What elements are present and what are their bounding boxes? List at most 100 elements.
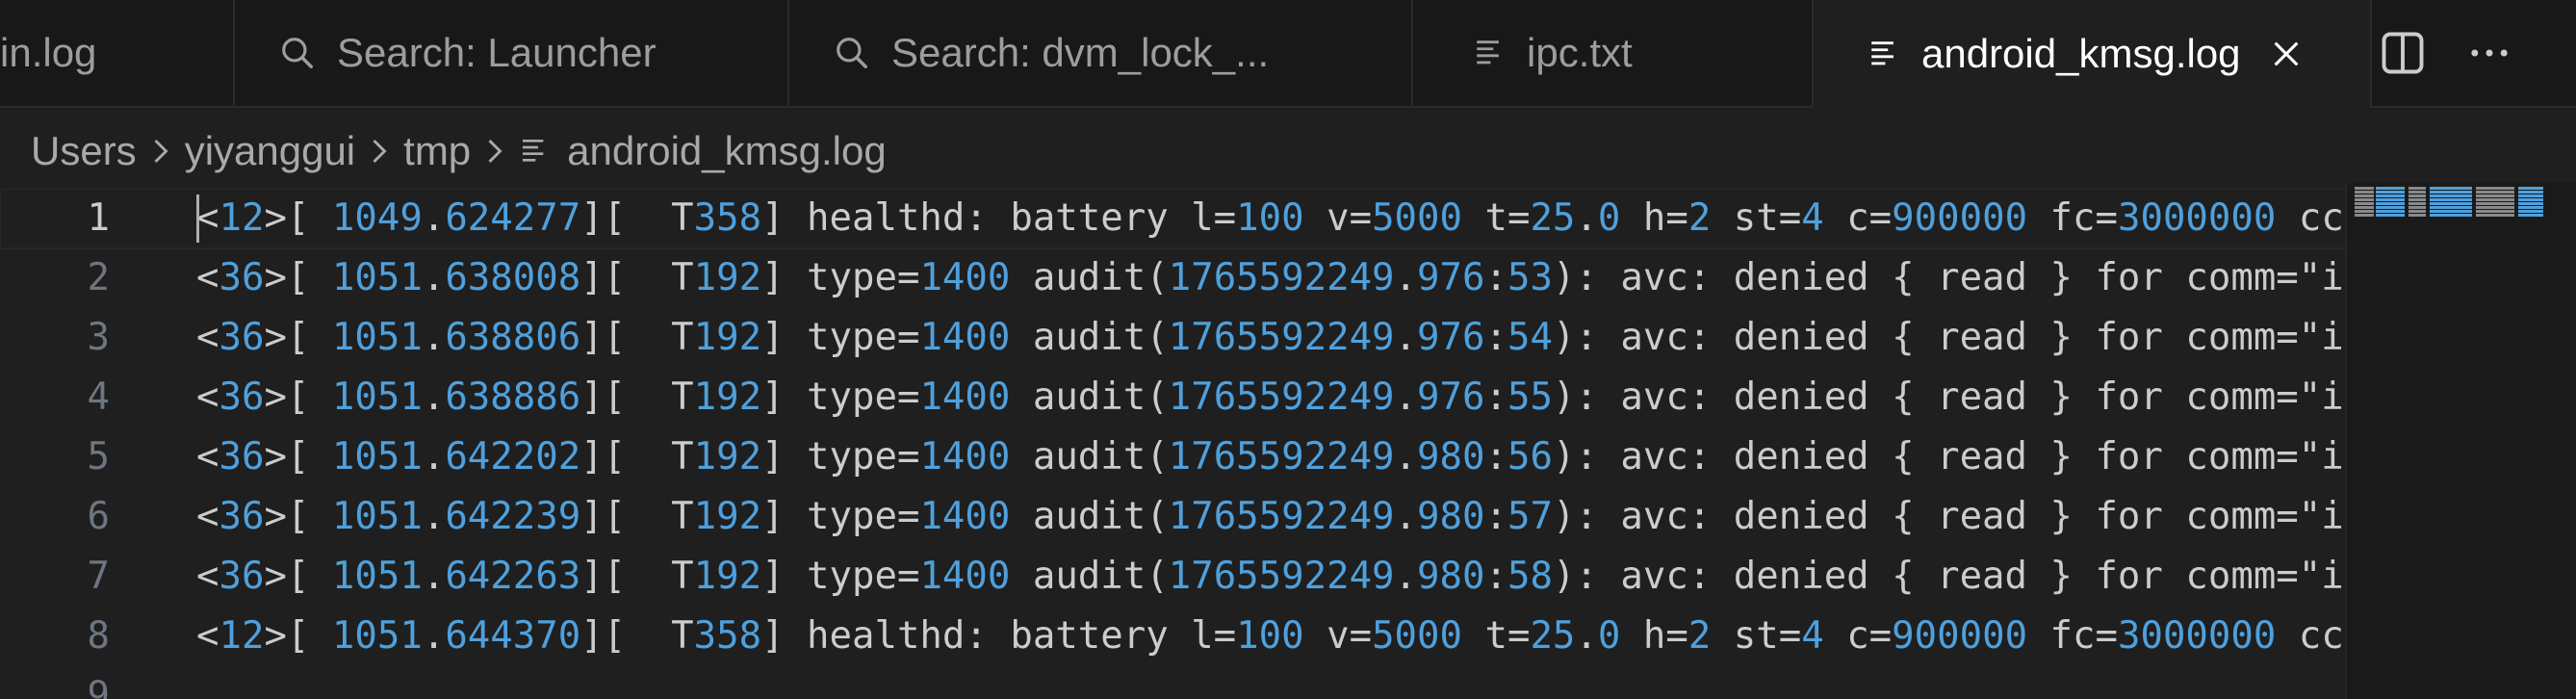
minimap[interactable]: [2345, 183, 2576, 699]
minimap-row: [2355, 194, 2547, 197]
minimap-segment: [2376, 191, 2405, 194]
minimap-row: [2355, 210, 2547, 213]
minimap-segment: [2430, 202, 2472, 205]
code-text[interactable]: <36>[ 1051.642202][ T192] type=1400 audi…: [196, 427, 2345, 487]
file-lines-icon: [519, 136, 550, 167]
breadcrumb-item-users[interactable]: Users: [31, 128, 137, 174]
code-text[interactable]: <36>[ 1051.642263][ T192] type=1400 audi…: [196, 547, 2345, 607]
code-line[interactable]: 8 <12>[ 1051.644370][ T358] healthd: batt…: [0, 607, 2349, 666]
minimap-segment: [2409, 206, 2426, 209]
code-line[interactable]: 9: [0, 666, 2349, 699]
minimap-segment: [2430, 194, 2472, 197]
minimap-segment: [2409, 194, 2426, 197]
code-editor[interactable]: 1 <12>[ 1049.624277][ T358] healthd: batt…: [0, 189, 2576, 699]
split-editor-icon[interactable]: [2378, 28, 2428, 78]
chevron-right-icon: [369, 137, 390, 166]
minimap-segment: [2355, 210, 2374, 213]
minimap-segment: [2409, 198, 2426, 201]
code-text[interactable]: <12>[ 1051.644370][ T358] healthd: batte…: [196, 607, 2345, 666]
minimap-segment: [2476, 214, 2514, 217]
chevron-right-icon: [484, 137, 505, 166]
tab-android-kmsg-log[interactable]: android_kmsg.log: [1814, 0, 2372, 108]
line-number: 5: [87, 435, 110, 479]
minimap-segment: [2430, 214, 2472, 217]
code-text[interactable]: <36>[ 1051.642239][ T192] type=1400 audi…: [196, 487, 2345, 547]
line-number: 8: [87, 614, 110, 658]
breadcrumb: Users yiyanggui tmp android_kmsg.log: [31, 117, 887, 185]
chevron-right-icon: [150, 137, 171, 166]
minimap-row: [2355, 187, 2547, 190]
minimap-segment: [2518, 210, 2543, 213]
minimap-segment: [2476, 198, 2514, 201]
code-line[interactable]: 7 <36>[ 1051.642263][ T192] type=1400 aud…: [0, 547, 2349, 607]
minimap-segment: [2376, 210, 2405, 213]
minimap-segment: [2476, 202, 2514, 205]
tab-label: in.log: [0, 30, 97, 75]
minimap-segment: [2518, 191, 2543, 194]
line-number: 2: [87, 256, 110, 299]
more-actions-icon[interactable]: [2464, 28, 2514, 78]
minimap-segment: [2409, 214, 2426, 217]
minimap-row: [2355, 202, 2547, 205]
close-icon[interactable]: [2270, 38, 2303, 70]
line-number: 6: [87, 495, 110, 538]
tab-bar: in.log Search: Launcher Search: dvm_lock…: [0, 0, 2576, 108]
minimap-row: [2355, 214, 2547, 217]
line-number: 4: [87, 375, 110, 419]
code-line[interactable]: 1 <12>[ 1049.624277][ T358] healthd: batt…: [0, 189, 2350, 249]
search-icon: [279, 35, 316, 71]
minimap-segment: [2430, 206, 2472, 209]
minimap-segment: [2518, 187, 2543, 190]
minimap-segment: [2518, 198, 2543, 201]
minimap-row: [2355, 198, 2547, 201]
minimap-segment: [2430, 210, 2472, 213]
minimap-segment: [2376, 202, 2405, 205]
code-text[interactable]: <36>[ 1051.638886][ T192] type=1400 audi…: [196, 368, 2345, 427]
code-line[interactable]: 4 <36>[ 1051.638886][ T192] type=1400 aud…: [0, 368, 2349, 427]
minimap-segment: [2409, 187, 2426, 190]
minimap-segment: [2355, 202, 2374, 205]
code-text[interactable]: <12>[ 1049.624277][ T358] healthd: batte…: [196, 189, 2345, 248]
minimap-row: [2355, 206, 2547, 209]
line-number: 9: [87, 674, 110, 699]
minimap-row: [2355, 191, 2547, 194]
tab-label: android_kmsg.log: [1921, 31, 2241, 76]
minimap-segment: [2476, 206, 2514, 209]
tab-label: Search: dvm_lock_...: [891, 30, 1270, 75]
code-line[interactable]: 6 <36>[ 1051.642239][ T192] type=1400 aud…: [0, 487, 2349, 547]
minimap-segment: [2430, 187, 2472, 190]
breadcrumb-item-file[interactable]: android_kmsg.log: [567, 128, 887, 174]
tab-ipc-txt[interactable]: ipc.txt: [1413, 0, 1814, 106]
tab-search-dvm-lock[interactable]: Search: dvm_lock_...: [789, 0, 1413, 106]
minimap-segment: [2409, 210, 2426, 213]
line-number: 3: [87, 316, 110, 359]
minimap-segment: [2476, 187, 2514, 190]
minimap-segment: [2355, 187, 2374, 190]
minimap-segment: [2355, 198, 2374, 201]
minimap-segment: [2409, 191, 2426, 194]
tab-in-log[interactable]: in.log: [0, 0, 235, 106]
minimap-segment: [2430, 198, 2472, 201]
minimap-segment: [2355, 206, 2374, 209]
minimap-segment: [2518, 194, 2543, 197]
breadcrumb-item-tmp[interactable]: tmp: [403, 128, 471, 174]
text-cursor: [196, 194, 199, 243]
tab-label: ipc.txt: [1527, 30, 1633, 75]
minimap-segment: [2376, 187, 2405, 190]
code-line[interactable]: 5 <36>[ 1051.642202][ T192] type=1400 aud…: [0, 427, 2349, 487]
breadcrumb-item-yiyanggui[interactable]: yiyanggui: [185, 128, 355, 174]
minimap-segment: [2376, 194, 2405, 197]
code-line[interactable]: 3 <36>[ 1051.638806][ T192] type=1400 aud…: [0, 308, 2349, 368]
minimap-segment: [2476, 194, 2514, 197]
tab-actions: [2378, 0, 2514, 106]
code-text[interactable]: <36>[ 1051.638008][ T192] type=1400 audi…: [196, 248, 2345, 308]
file-lines-icon: [1868, 38, 1900, 70]
tab-label: Search: Launcher: [337, 30, 657, 75]
minimap-segment: [2355, 194, 2374, 197]
code-line[interactable]: 2 <36>[ 1051.638008][ T192] type=1400 aud…: [0, 248, 2349, 308]
tab-search-launcher[interactable]: Search: Launcher: [235, 0, 789, 106]
minimap-segment: [2355, 214, 2374, 217]
minimap-segment: [2355, 191, 2374, 194]
code-text[interactable]: <36>[ 1051.638806][ T192] type=1400 audi…: [196, 308, 2345, 368]
file-lines-icon: [1473, 37, 1506, 69]
